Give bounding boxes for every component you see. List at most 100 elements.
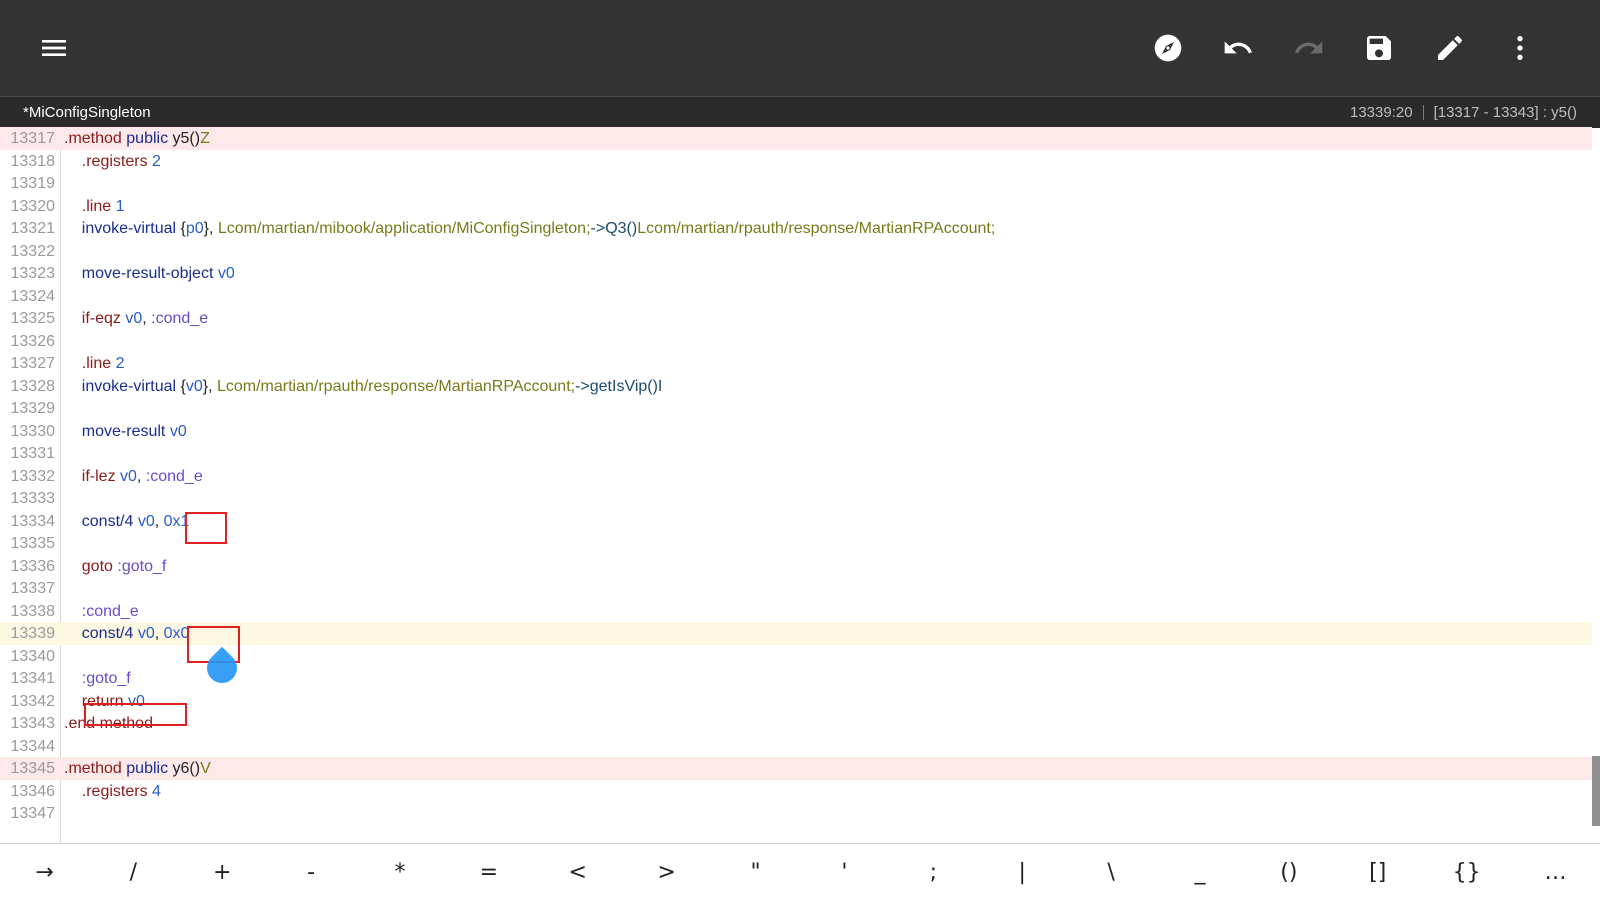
code-token: 4 xyxy=(152,782,161,800)
line-number: 13337 xyxy=(10,580,56,597)
symbol-key[interactable]: > xyxy=(622,844,711,901)
code-line[interactable]: 13345 .method public y6()V xyxy=(0,757,1592,780)
code-line[interactable]: 13338 :cond_e xyxy=(0,600,1592,623)
file-tab-title[interactable]: *MiConfigSingleton xyxy=(23,104,151,121)
line-number: 13328 xyxy=(10,377,56,395)
symbol-key[interactable]: | xyxy=(978,844,1067,901)
code-token: { xyxy=(176,220,186,237)
code-line[interactable]: 13344 xyxy=(0,735,1592,758)
symbol-keybar: → / + - * = < > " '; | \ _()[]{}… xyxy=(0,843,1600,901)
code-line[interactable]: 13319 xyxy=(0,172,1592,195)
symbol-key[interactable]: " xyxy=(711,844,800,901)
code-line[interactable]: 13341 :goto_f xyxy=(0,667,1592,690)
code-line[interactable]: 13317 .method public y5()Z xyxy=(0,127,1592,150)
code-text: invoke-virtual {v0}, Lcom/martian/rpauth… xyxy=(64,375,663,398)
symbol-key[interactable]: ' xyxy=(800,844,889,901)
code-line[interactable]: 13323 move-result-object v0 xyxy=(0,262,1592,285)
symbol-key[interactable]: * xyxy=(356,844,445,901)
code-token: :goto_f xyxy=(117,557,167,575)
code-line[interactable]: 13337 xyxy=(0,577,1592,600)
scrollbar-thumb[interactable] xyxy=(1592,756,1600,826)
line-number: 13332 xyxy=(10,467,56,485)
code-line[interactable]: 13321 invoke-virtual {p0}, Lcom/martian/… xyxy=(0,217,1592,240)
code-token: v0 xyxy=(217,265,235,282)
symbol-key[interactable]: [] xyxy=(1333,844,1422,901)
edit-icon[interactable] xyxy=(1430,28,1470,68)
code-token: v0 xyxy=(120,467,137,485)
code-token: { xyxy=(176,377,186,395)
line-number: 13336 xyxy=(10,557,56,575)
code-token: v0 xyxy=(185,377,203,395)
undo-icon[interactable] xyxy=(1218,28,1258,68)
symbol-key[interactable]: \ xyxy=(1067,844,1156,901)
code-line[interactable]: 13335 xyxy=(0,532,1592,555)
line-number: 13323 xyxy=(10,265,56,282)
code-line[interactable]: 13336 goto :goto_f xyxy=(0,555,1592,578)
code-line[interactable]: 13347 xyxy=(0,802,1592,825)
symbol-key[interactable]: → xyxy=(0,844,89,901)
line-number: 13343 xyxy=(10,715,56,732)
code-line[interactable]: 13333 xyxy=(0,487,1592,510)
code-text: .method public y5()Z xyxy=(64,127,210,150)
symbol-key[interactable]: = xyxy=(444,844,533,901)
symbol-key[interactable]: () xyxy=(1244,844,1333,901)
code-line[interactable]: 13342 return v0 xyxy=(0,690,1592,713)
more-vert-icon[interactable] xyxy=(1500,28,1540,68)
code-token: const/4 xyxy=(64,512,134,530)
code-token: move-result-object xyxy=(64,265,214,282)
symbol-key[interactable]: _ xyxy=(1156,844,1245,901)
code-line[interactable]: 13322 xyxy=(0,240,1592,263)
symbol-key[interactable]: + xyxy=(178,844,267,901)
highlight-box-return xyxy=(84,703,187,726)
code-token: .line xyxy=(64,197,112,215)
code-line[interactable]: 13320 .line 1 xyxy=(0,195,1592,218)
code-token: invoke-virtual xyxy=(64,377,177,395)
compass-icon[interactable] xyxy=(1148,28,1188,68)
code-token: move-result xyxy=(64,422,166,440)
menu-icon[interactable] xyxy=(34,28,74,68)
code-line[interactable]: 13334 const/4 v0, 0x1 xyxy=(0,510,1592,533)
symbol-key[interactable]: … xyxy=(1511,844,1600,901)
code-line[interactable]: 13327 .line 2 xyxy=(0,352,1592,375)
line-number: 13338 xyxy=(10,602,56,620)
code-line[interactable]: 13346 .registers 4 xyxy=(0,780,1592,803)
method-range: [13317 - 13343] : y5() xyxy=(1433,104,1577,121)
line-number: 13330 xyxy=(10,422,56,440)
file-tab-bar: *MiConfigSingleton 13339:20 [13317 - 133… xyxy=(0,96,1600,128)
code-editor[interactable]: 13317 .method public y5()Z 13318 .register… xyxy=(0,127,1600,843)
code-line[interactable]: 13331 xyxy=(0,442,1592,465)
code-token: y5() xyxy=(172,130,201,147)
code-line[interactable]: 13330 move-result v0 xyxy=(0,420,1592,443)
code-text: .registers 4 xyxy=(64,780,161,803)
code-token: Lcom/martian/rpauth/response/MartianRPAc… xyxy=(216,377,576,395)
symbol-key[interactable]: {} xyxy=(1422,844,1511,901)
line-number: 13326 xyxy=(10,332,56,350)
code-token: p0 xyxy=(185,220,204,237)
code-token: :cond_e xyxy=(145,467,203,485)
symbol-key[interactable]: / xyxy=(89,844,178,901)
code-line[interactable]: 13328 invoke-virtual {v0}, Lcom/martian/… xyxy=(0,375,1592,398)
code-text: const/4 v0, 0x0 xyxy=(64,622,190,645)
code-line[interactable]: 13325 if-eqz v0, :cond_e xyxy=(0,307,1592,330)
code-token: Lcom/martian/rpauth/response/MartianRPAc… xyxy=(637,220,996,237)
code-token: .method xyxy=(64,760,122,777)
code-token: if-eqz xyxy=(64,310,121,327)
code-line[interactable]: 13329 xyxy=(0,397,1592,420)
line-number: 13344 xyxy=(10,737,56,755)
highlight-box-0x1 xyxy=(185,512,227,544)
code-line[interactable]: 13326 xyxy=(0,330,1592,353)
code-token: :goto_f xyxy=(64,670,131,687)
symbol-key[interactable]: < xyxy=(533,844,622,901)
cursor-position: 13339:20 xyxy=(1349,104,1413,121)
code-line[interactable]: 13332 if-lez v0, :cond_e xyxy=(0,465,1592,488)
symbol-key[interactable]: - xyxy=(267,844,356,901)
redo-icon[interactable] xyxy=(1289,28,1329,68)
line-number: 13333 xyxy=(10,490,56,507)
code-line[interactable]: 13324 xyxy=(0,285,1592,308)
code-token: invoke-virtual xyxy=(64,220,177,237)
code-line[interactable]: 13343 .end method xyxy=(0,712,1592,735)
save-icon[interactable] xyxy=(1359,28,1399,68)
symbol-key[interactable]: ; xyxy=(889,844,978,901)
code-line[interactable]: 13318 .registers 2 xyxy=(0,150,1592,173)
line-number: 13325 xyxy=(10,310,56,327)
